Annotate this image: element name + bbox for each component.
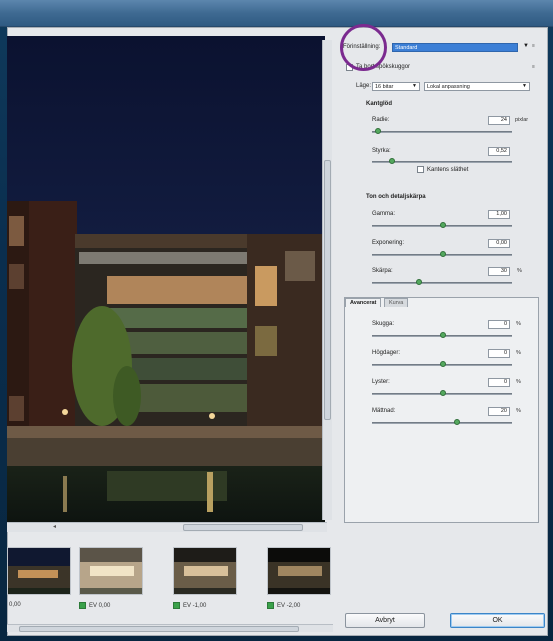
preset-dropdown-arrow-icon[interactable]: ▼ — [523, 43, 529, 49]
thumbnail-label-2: EV 0,00 — [79, 602, 110, 609]
preview-vertical-scrollbar[interactable] — [322, 40, 332, 520]
thumbnail-1[interactable] — [7, 547, 71, 595]
preset-value: Standard — [395, 44, 418, 51]
radius-slider-track[interactable] — [372, 131, 512, 133]
photo-preview — [7, 36, 325, 522]
saturation-input[interactable]: 20 — [488, 407, 510, 416]
shadow-unit: % — [516, 321, 521, 327]
preset-select[interactable]: Standard — [392, 43, 518, 52]
detail-unit: % — [517, 268, 522, 274]
vibrance-label: Lyster: — [372, 379, 390, 385]
radius-slider-knob[interactable] — [375, 128, 381, 134]
saturation-unit: % — [516, 408, 521, 414]
preset-menu-icon[interactable]: ≡ — [532, 43, 535, 49]
shadow-label: Skugga: — [372, 321, 395, 327]
vibrance-input[interactable]: 0 — [488, 378, 510, 387]
checkmark-icon[interactable] — [267, 602, 274, 609]
ok-button[interactable]: OK — [450, 613, 545, 628]
method-select[interactable]: Lokal anpassning ▼ — [424, 82, 530, 91]
radius-input[interactable]: 24 — [488, 116, 510, 125]
saturation-slider-track[interactable] — [372, 422, 512, 424]
thumbnail-ev-text: 0,00 — [9, 602, 21, 608]
tab-curve[interactable]: Kurva — [384, 298, 409, 307]
gamma-slider-knob[interactable] — [440, 222, 446, 228]
highlight-slider-knob[interactable] — [440, 361, 446, 367]
detail-input[interactable]: 30 — [488, 267, 510, 276]
method-value: Lokal anpassning — [427, 83, 470, 90]
checkmark-icon[interactable] — [173, 602, 180, 609]
gamma-label: Gamma: — [372, 211, 396, 217]
mode-label: Läge: — [356, 83, 372, 89]
strength-slider-knob[interactable] — [389, 158, 395, 164]
vibrance-slider-knob[interactable] — [440, 390, 446, 396]
thumbnail-scroll-thumb[interactable] — [19, 626, 299, 632]
thumbnail-ev-text: EV -1,00 — [183, 602, 207, 609]
saturation-label: Mättnad: — [372, 408, 396, 414]
detail-slider-track[interactable] — [372, 282, 512, 284]
exposure-input[interactable]: 0,00 — [488, 239, 510, 248]
scroll-left-arrow-icon[interactable]: ◂ — [53, 523, 56, 530]
gamma-input[interactable]: 1,00 — [488, 210, 510, 219]
thumbnail-label-4: EV -2,00 — [267, 602, 300, 609]
collapse-icon[interactable]: ≡ — [532, 64, 535, 70]
vertical-scroll-thumb[interactable] — [324, 160, 331, 420]
chevron-down-icon: ▼ — [522, 83, 527, 89]
exposure-thumbnails: 0,00 EV 0,00 EV -1,00 EV -2,00 — [7, 540, 333, 635]
thumbnail-2[interactable] — [79, 547, 143, 595]
radius-unit: pixlar — [515, 117, 529, 123]
thumbnail-label-1: 0,00 — [9, 602, 21, 608]
shadow-slider-knob[interactable] — [440, 332, 446, 338]
thumbnail-3[interactable] — [173, 547, 237, 595]
thumbnail-ev-text: EV -2,00 — [277, 602, 301, 609]
preview-horizontal-scrollbar[interactable]: ◂ — [7, 522, 327, 532]
chevron-down-icon: ▼ — [412, 83, 417, 89]
radius-label: Radie: — [372, 117, 390, 123]
thumbnail-ev-text: EV 0,00 — [89, 602, 111, 609]
highlight-annotation-circle — [340, 24, 387, 71]
horizontal-scroll-thumb[interactable] — [183, 524, 303, 531]
vibrance-unit: % — [516, 379, 521, 385]
strength-label: Styrka: — [372, 148, 391, 154]
highlight-label: Högdager: — [372, 350, 401, 356]
highlight-unit: % — [516, 350, 521, 356]
bit-depth-select[interactable]: 16 bitar ▼ — [372, 82, 420, 91]
strength-input[interactable]: 0,52 — [488, 147, 510, 156]
tone-detail-heading: Ton och detaljskärpa — [366, 194, 426, 200]
highlight-input[interactable]: 0 — [488, 349, 510, 358]
shadow-input[interactable]: 0 — [488, 320, 510, 329]
saturation-slider-knob[interactable] — [454, 419, 460, 425]
exposure-slider-knob[interactable] — [440, 251, 446, 257]
tab-advanced[interactable]: Avancerat — [345, 298, 382, 307]
checkmark-icon[interactable] — [79, 602, 86, 609]
smooth-edges-checkbox[interactable] — [417, 166, 424, 173]
edge-glow-heading: Kantglöd — [366, 101, 392, 107]
cancel-button[interactable]: Avbryt — [345, 613, 425, 628]
thumbnail-4[interactable] — [267, 547, 331, 595]
detail-label: Skärpa: — [372, 268, 393, 274]
thumbnail-scrollbar[interactable] — [7, 624, 333, 632]
detail-slider-knob[interactable] — [416, 279, 422, 285]
thumbnail-label-3: EV -1,00 — [173, 602, 206, 609]
window-titlebar — [0, 0, 553, 27]
smooth-edges-label: Kantens släthet — [427, 167, 469, 173]
exposure-label: Exponering: — [372, 240, 405, 246]
bit-depth-value: 16 bitar — [375, 83, 394, 90]
